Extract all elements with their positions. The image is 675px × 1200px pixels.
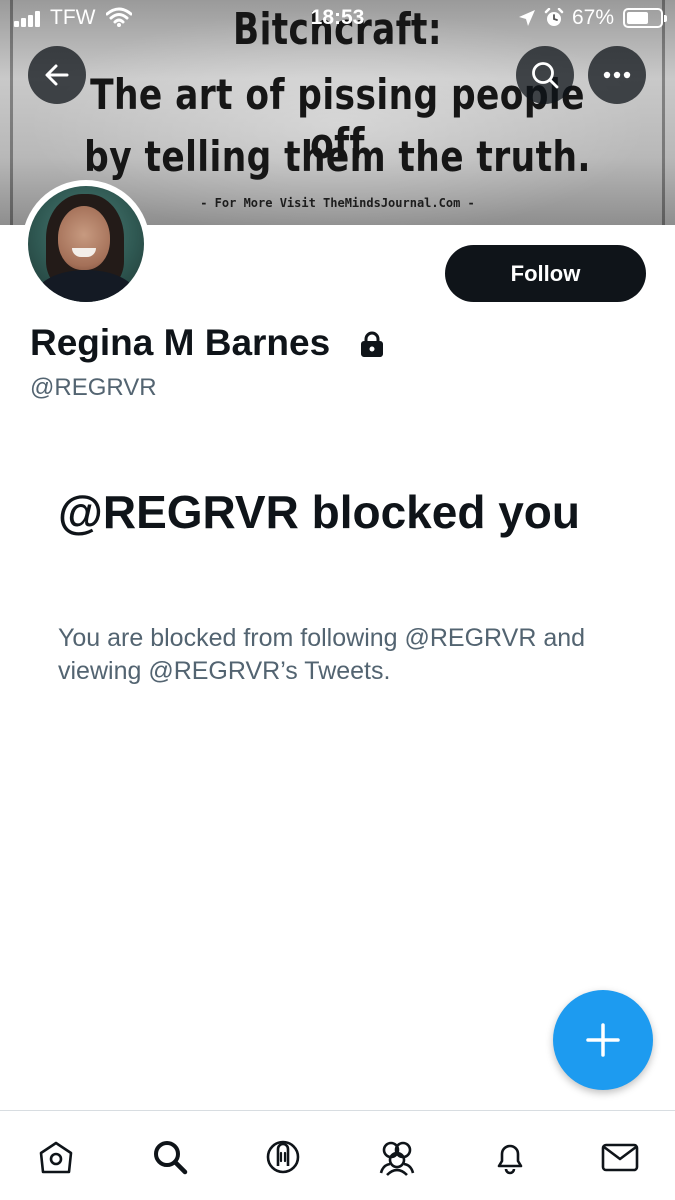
search-profile-button[interactable] <box>516 46 574 104</box>
messages-icon <box>601 1143 639 1172</box>
status-bar: TFW 18:53 67% <box>0 0 675 36</box>
blocked-description: You are blocked from following @REGRVR a… <box>58 624 586 685</box>
bottom-tab-bar <box>0 1110 675 1200</box>
search-icon <box>532 62 559 89</box>
tab-notifications[interactable] <box>488 1135 532 1179</box>
avatar[interactable] <box>22 180 150 308</box>
compose-tweet-button[interactable] <box>553 990 653 1090</box>
lock-icon <box>361 331 383 357</box>
more-icon <box>603 71 631 79</box>
back-button[interactable] <box>28 46 86 104</box>
tab-home[interactable] <box>34 1135 78 1179</box>
battery-percent: 67% <box>572 6 615 29</box>
location-icon <box>519 10 535 26</box>
avatar-photo <box>28 186 144 302</box>
tab-spaces[interactable] <box>261 1135 305 1179</box>
battery-icon <box>623 8 667 28</box>
tab-communities[interactable] <box>375 1135 419 1179</box>
blocked-title: @REGRVR blocked you <box>58 486 580 538</box>
plus-icon <box>586 1023 620 1057</box>
home-icon <box>39 1141 73 1174</box>
profile-handle: @REGRVR <box>30 374 157 401</box>
battery-fill <box>627 12 648 24</box>
follow-button[interactable]: Follow <box>445 245 646 302</box>
alarm-icon <box>544 8 564 26</box>
more-options-button[interactable] <box>588 46 646 104</box>
spaces-icon <box>266 1140 300 1174</box>
back-arrow-icon <box>45 64 69 86</box>
tab-search[interactable] <box>148 1135 192 1179</box>
tab-messages[interactable] <box>598 1135 642 1179</box>
communities-icon <box>379 1141 415 1176</box>
profile-display-name: Regina M Barnes <box>30 322 331 363</box>
banner-text-line: by telling them the truth. <box>84 132 591 181</box>
search-icon <box>154 1141 188 1175</box>
notifications-icon <box>497 1144 523 1175</box>
